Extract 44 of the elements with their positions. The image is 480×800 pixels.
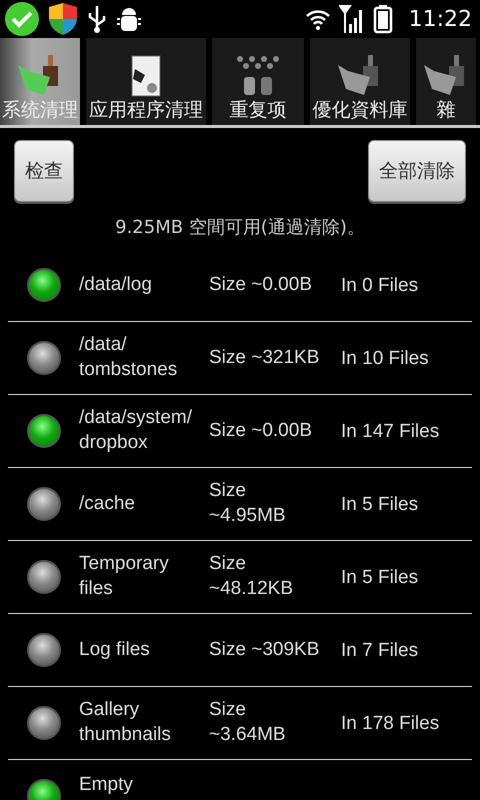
check-circle-icon	[4, 1, 40, 37]
size-text: Size ~309KB	[209, 638, 320, 660]
status-dot[interactable]	[27, 706, 61, 740]
check-button[interactable]: 检查	[14, 140, 74, 202]
clear-all-button[interactable]: 全部清除	[368, 140, 466, 202]
tab[interactable]: 雜	[416, 38, 476, 125]
status-dot[interactable]	[27, 633, 61, 667]
folder-name: /data/log	[79, 274, 152, 294]
status-dot[interactable]	[27, 341, 61, 375]
status-dot[interactable]	[27, 487, 61, 521]
document-icon	[131, 55, 161, 97]
battery-icon	[372, 4, 393, 34]
tab[interactable]: 優化資料庫	[310, 38, 410, 125]
folder-name: /data/system/ dropbox	[79, 407, 192, 453]
file-count: In 147 Files	[341, 420, 440, 442]
file-count: In 5 Files	[341, 492, 418, 516]
size-text: Size ~48.12KB	[209, 553, 293, 599]
folder-name: Temporary files	[79, 553, 169, 599]
robots-icon	[234, 53, 282, 97]
status-dot[interactable]	[27, 560, 61, 594]
size-text: Size ~4.95MB	[209, 480, 286, 526]
file-count: In 7 Files	[341, 638, 418, 662]
free-space-text: 9.25MB 空間可用(通過清除)。	[115, 217, 365, 238]
file-count: In 10 Files	[341, 346, 429, 370]
status-time: 11:22	[408, 6, 472, 34]
tab[interactable]: 应用程序清理	[86, 38, 206, 125]
file-count: In 178 Files	[341, 712, 440, 734]
size-text: Size ~321KB	[209, 346, 320, 368]
size-text: Size ~3.64MB	[209, 699, 286, 745]
folder-name: Empty	[79, 774, 133, 795]
status-dot[interactable]	[27, 268, 61, 302]
usb-icon	[86, 4, 108, 34]
size-text: Size ~0.00B	[209, 420, 312, 440]
tab[interactable]: 重复项	[212, 38, 304, 125]
file-count: In 0 Files	[341, 274, 418, 296]
file-count: In 5 Files	[341, 566, 418, 588]
signal-icon	[338, 4, 365, 34]
folder-name: Gallery thumbnails	[79, 699, 171, 745]
shield-icon	[48, 2, 78, 36]
folder-name: Log files	[79, 638, 150, 660]
size-text: Size ~0.00B	[209, 274, 312, 294]
folder-name: /data/ tombstones	[79, 334, 178, 380]
status-dot[interactable]	[27, 414, 61, 448]
folder-name: /cache	[79, 492, 135, 514]
